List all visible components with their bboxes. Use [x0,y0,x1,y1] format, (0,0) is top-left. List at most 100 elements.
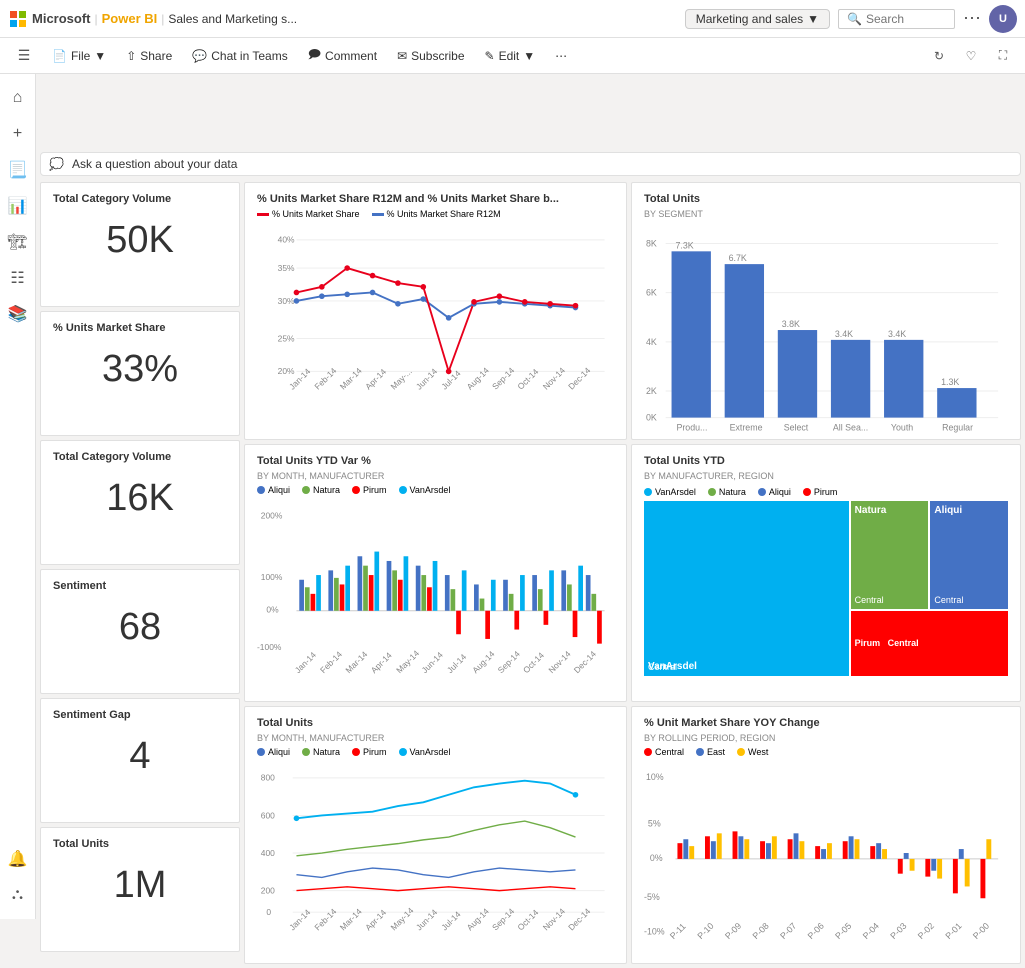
dashboard: Total Category Volume 50K % Units Market… [40,182,1021,964]
svg-text:Oct-14: Oct-14 [515,907,540,932]
sidebar-settings-icon[interactable]: ⛬ [2,879,34,911]
card-title-1: Total Category Volume [53,193,227,205]
sidebar: ⌂ + 📃 📊 🏗 ☷ 📚 🔔 ⛬ [0,74,36,919]
search-icon: 🔍 [847,12,862,26]
treemap-right: Natura Central Aliqui Central Pirum Cent… [851,501,1008,676]
svg-text:25%: 25% [278,333,295,343]
legend-item-2: % Units Market Share R12M [372,209,501,219]
svg-text:Dec-14: Dec-14 [566,906,593,933]
treemap-vanarsdel: VanArsdel Central [644,501,849,676]
edit-icon: ✎ [485,49,495,63]
svg-text:-100%: -100% [257,642,282,652]
sidebar-home-icon[interactable]: ⌂ [2,82,34,114]
svg-text:Mar-14: Mar-14 [338,906,364,932]
card-sentiment-gap: Sentiment Gap 4 [40,698,240,823]
svg-text:All Sea...: All Sea... [833,422,868,432]
bar-segment-svg: 8K 6K 4K 2K 0K 7.3K [644,227,1008,437]
chart2-subtitle: BY SEGMENT [644,209,1008,219]
sidebar-learn-icon[interactable]: 📚 [2,298,34,330]
chat-button[interactable]: 💬 Chat in Teams [184,45,295,67]
svg-text:0: 0 [266,907,271,917]
svg-text:35%: 35% [278,263,295,273]
search-input[interactable] [866,12,946,26]
chart2-title: Total Units [644,193,1008,205]
svg-text:Apr-14: Apr-14 [363,366,388,391]
sidebar-goals-icon[interactable]: 🏗 [2,226,34,258]
svg-text:P-06: P-06 [806,921,826,941]
card-line-chart: % Units Market Share R12M and % Units Ma… [244,182,627,440]
svg-text:P-01: P-01 [943,921,963,941]
search-box[interactable]: 🔍 [838,9,955,29]
svg-text:800: 800 [261,773,275,783]
chevron-icon: ▼ [94,49,106,63]
subscribe-button[interactable]: ✉ Subscribe [389,45,472,67]
chart6-legend: Central East West [644,747,1008,757]
svg-text:Jan-14: Jan-14 [293,650,319,676]
chart4-legend: VanArsdel Natura Aliqui Pirum [644,487,1008,497]
svg-text:Produ...: Produ... [676,422,707,432]
sidebar-notification-icon[interactable]: 🔔 [2,843,34,875]
card-line-units: Total Units BY MONTH, MANUFACTURER Aliqu… [244,706,627,964]
qa-icon: 💭 [49,157,64,171]
sidebar-data-icon[interactable]: 📊 [2,190,34,222]
file-button[interactable]: 📄 File ▼ [44,45,114,67]
svg-text:Nov-14: Nov-14 [541,906,568,933]
svg-text:30%: 30% [278,296,295,306]
svg-text:Extreme: Extreme [730,422,763,432]
chat-icon: 💬 [192,49,207,63]
qa-prompt: Ask a question about your data [72,157,237,171]
bookmark-icon[interactable]: ♡ [957,42,985,70]
chevron-down-icon: ▼ [807,12,819,26]
more-button[interactable]: ⋯ [547,45,575,67]
qa-bar[interactable]: 💭 Ask a question about your data [40,152,1021,176]
card-title-5: Sentiment Gap [53,709,227,721]
svg-text:4K: 4K [646,337,657,347]
edit-button[interactable]: ✎ Edit ▼ [477,45,544,67]
svg-text:P-05: P-05 [833,921,853,941]
chart5-subtitle: BY MONTH, MANUFACTURER [257,733,614,743]
chart6-subtitle: BY ROLLING PERIOD, REGION [644,733,1008,743]
svg-text:1.3K: 1.3K [941,377,959,387]
sidebar-browse-icon[interactable]: 📃 [2,154,34,186]
svg-text:P-03: P-03 [888,921,908,941]
sidebar-apps-icon[interactable]: ☷ [2,262,34,294]
right-column: Total Units BY SEGMENT 8K 6K 4K 2K 0K [631,182,1021,964]
refresh-icon[interactable]: ↻ [925,42,953,70]
chart1-title: % Units Market Share R12M and % Units Ma… [257,193,614,205]
card-units-share: % Units Market Share 33% [40,311,240,436]
more-options-icon[interactable]: ⋯ [963,8,981,29]
top-bar-left: Microsoft | Power BI | Sales and Marketi… [8,9,830,29]
svg-text:Dec-14: Dec-14 [572,649,599,676]
svg-text:Nov-14: Nov-14 [541,365,568,392]
chart3-title: Total Units YTD Var % [257,455,614,467]
share-button[interactable]: ⇧ Share [118,45,180,67]
svg-text:Feb-14: Feb-14 [318,649,344,675]
sidebar-create-icon[interactable]: + [2,118,34,150]
svg-text:P-11: P-11 [668,921,688,941]
fullscreen-icon[interactable]: ⛶ [989,42,1017,70]
nav-toggle-icon[interactable]: ☰ [8,40,40,72]
svg-text:Sep-14: Sep-14 [490,906,517,933]
svg-text:Jul-14: Jul-14 [445,652,469,676]
top-bar-right: 🔍 ⋯ U [838,5,1017,33]
svg-text:6.7K: 6.7K [729,253,747,263]
svg-text:-5%: -5% [644,892,660,902]
line-chart-svg: 40% 35% 30% 25% 20% [257,223,614,408]
action-bar: ☰ 📄 File ▼ ⇧ Share 💬 Chat in Teams 🗩 Com… [0,38,1025,74]
microsoft-logo [8,9,28,29]
card-value-2: 33% [53,338,227,401]
comment-button[interactable]: 🗩 Comment [300,41,385,70]
card-bar-yoy: % Unit Market Share YOY Change BY ROLLIN… [631,706,1021,964]
report-title[interactable]: Marketing and sales ▼ [685,9,830,29]
app-name: Power BI [102,11,158,26]
chart5-legend: Aliqui Natura Pirum VanArsdel [257,747,614,757]
svg-text:Mar-14: Mar-14 [343,649,369,675]
svg-text:Jan-14: Jan-14 [287,907,313,933]
svg-text:Jun-14: Jun-14 [414,907,440,933]
svg-text:8K: 8K [646,238,657,248]
svg-text:0%: 0% [650,853,663,863]
svg-text:Apr-14: Apr-14 [369,650,394,675]
svg-text:400: 400 [261,848,275,858]
svg-text:200: 200 [261,885,275,895]
svg-text:Jun-14: Jun-14 [414,366,440,392]
